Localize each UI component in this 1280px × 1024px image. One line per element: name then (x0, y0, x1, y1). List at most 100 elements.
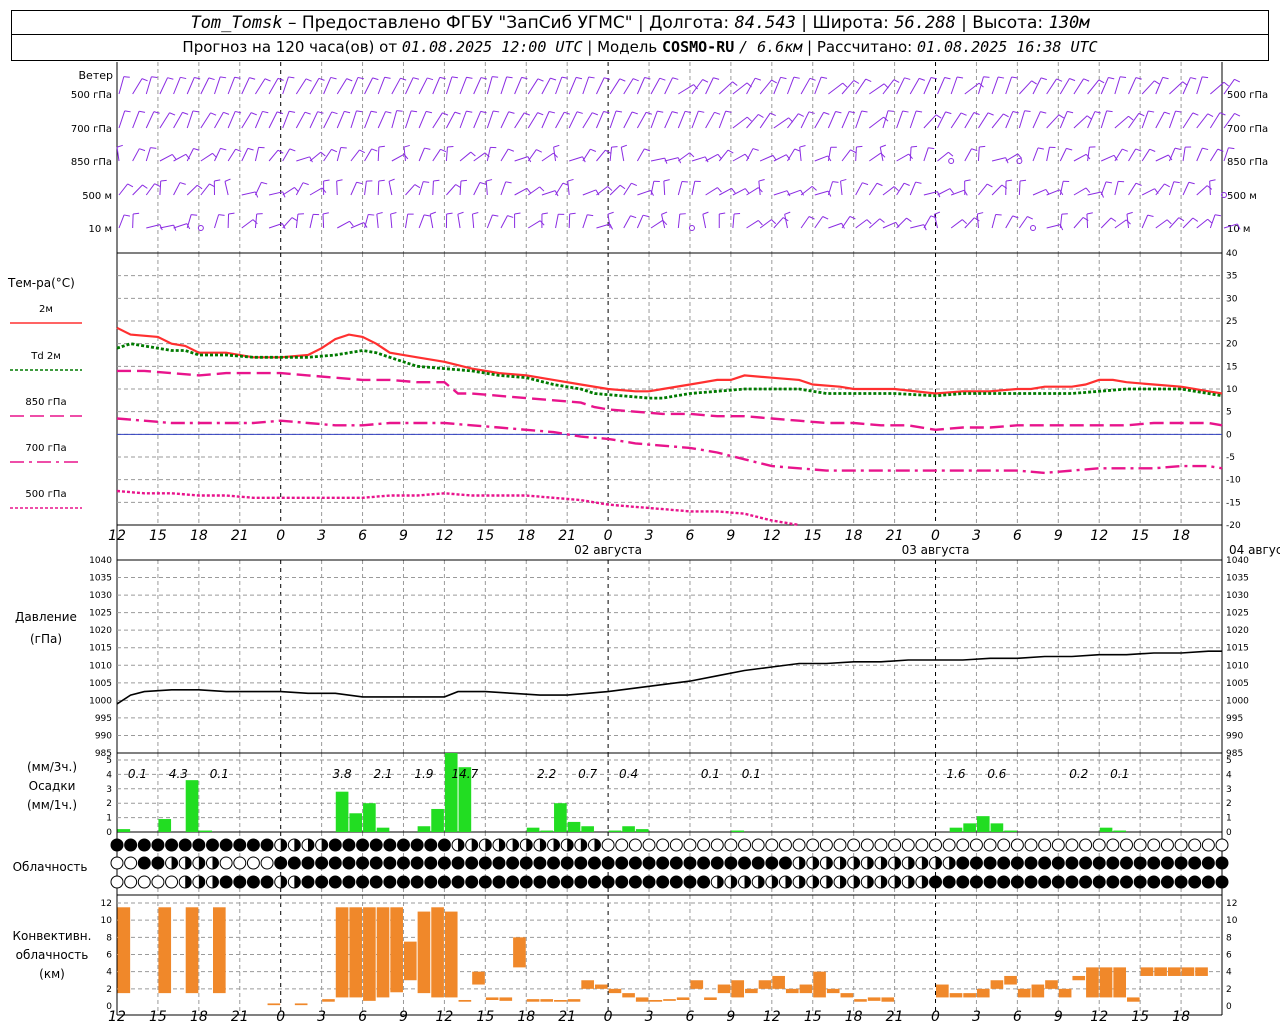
conv-cloud-bar (745, 988, 758, 994)
cloud-cover-half (880, 857, 887, 869)
temp-ytick-right: -20 (1226, 521, 1241, 531)
wind-barb-feather (995, 213, 1002, 216)
wind-barb-feather (218, 214, 225, 216)
cloud-cover-symbol (656, 838, 670, 852)
wind-barb (514, 187, 528, 196)
time-tick-label: 3 (645, 528, 654, 544)
cloud-cover-symbol (328, 838, 342, 852)
prec-ytick-left: 5 (106, 756, 112, 766)
conv-cloud-bar (1004, 975, 1017, 985)
wind-barb-feather (576, 111, 583, 114)
cloud-cover-half (185, 857, 192, 869)
cloud-cover-symbol (396, 838, 410, 852)
wind-barb (527, 186, 540, 196)
wind-barb (609, 110, 617, 129)
wind-barb-feather (322, 212, 329, 215)
wind-barb (1046, 147, 1050, 162)
wind-barb-feather (446, 212, 453, 215)
conv-cloud-bar (772, 975, 785, 989)
precip-bar (431, 808, 444, 832)
pres-ytick-left: 1025 (89, 609, 112, 619)
wind-barb (336, 111, 345, 129)
wind-barb-feather (1202, 147, 1209, 151)
wind-level-label-right: 850 гПа (1227, 157, 1268, 168)
wind-barb-feather (717, 187, 722, 193)
cloud-cover-half (867, 857, 874, 869)
wind-barb-feather (754, 77, 761, 81)
wind-barb (691, 181, 696, 196)
conv-unit: (км) (39, 967, 65, 981)
wind-barb (173, 77, 181, 95)
wind-barb (1032, 188, 1047, 196)
time-tick-label: 15 (804, 528, 822, 544)
precip-bar (963, 823, 976, 832)
wind-barb-feather (457, 211, 464, 215)
wind-barb-feather (289, 148, 296, 152)
time-tick-label-bottom: 9 (399, 1009, 408, 1024)
temp-ytick-right: 10 (1226, 385, 1238, 395)
wind-barb (214, 76, 221, 95)
wind-barb (855, 219, 868, 229)
cloud-cover-symbol (642, 875, 656, 889)
conv-cloud-bar (758, 980, 772, 989)
wind-barb (1182, 217, 1194, 229)
cloud-cover-half (840, 876, 847, 888)
wind-barb-feather (865, 78, 872, 83)
wind-barb (486, 76, 493, 95)
wind-barb-feather (1174, 147, 1181, 151)
wind-barb (254, 214, 258, 229)
wind-barb (391, 153, 405, 162)
wind-barb (445, 76, 453, 95)
wind-barb (759, 79, 772, 95)
wind-barb (950, 219, 963, 229)
time-tick-label: 21 (558, 528, 576, 544)
cloud-cover-symbol (1160, 838, 1174, 852)
cloud-cover-symbol (137, 875, 151, 889)
wind-barb (787, 113, 799, 129)
cloud-cover-symbol (1133, 875, 1147, 889)
precip-bar (1004, 830, 1017, 832)
pres-ytick-left: 1040 (89, 556, 112, 566)
wind-barb-feather (433, 179, 440, 182)
wind-barb-feather (619, 78, 626, 82)
prec-ytick-left: 0 (106, 828, 112, 838)
wind-barb-feather (479, 181, 486, 185)
wind-barb (1155, 77, 1164, 95)
cloud-cover-symbol (233, 856, 247, 870)
wind-barb-feather (1192, 217, 1199, 222)
wind-barb (773, 154, 787, 162)
wind-barb (500, 148, 509, 162)
wind-barb-feather (607, 211, 614, 215)
conv-cloud-bar (717, 984, 731, 994)
wind-barb-feather (412, 77, 420, 80)
cloud-cover-symbol (492, 856, 506, 870)
cloud-cover-symbol (1106, 875, 1120, 889)
conv-ytick-right: 12 (1226, 899, 1237, 909)
wind-barb (1141, 148, 1151, 162)
wind-barb (1073, 153, 1087, 162)
pres-ytick-left: 1000 (89, 696, 112, 706)
wind-barb (678, 152, 690, 162)
wind-barb (1209, 112, 1221, 129)
wind-barb-feather (466, 110, 473, 113)
wind-barb (159, 180, 162, 196)
time-tick-label-bottom: 0 (931, 1009, 940, 1024)
wind-barb-feather (906, 217, 912, 222)
wind-barb-feather (567, 178, 574, 182)
cloud-cover-symbol (124, 856, 138, 870)
wind-barb (814, 112, 825, 129)
time-tick-label: 9 (399, 528, 408, 544)
wind-barb (1141, 214, 1149, 229)
wind-barb-feather (1209, 179, 1216, 182)
wind-barb (241, 219, 254, 229)
wind-barb-feather (746, 116, 752, 122)
cloud-cover-symbol (110, 856, 124, 870)
wind-barb (500, 111, 510, 129)
wind-barb (145, 111, 155, 129)
cloud-cover-symbol (260, 856, 274, 870)
wind-barb (186, 214, 192, 229)
cloud-cover-symbol (437, 856, 451, 870)
wind-barb (377, 111, 386, 129)
cloud-cover-symbol (478, 875, 492, 889)
prec-unit1: (мм/1ч.) (27, 798, 77, 812)
